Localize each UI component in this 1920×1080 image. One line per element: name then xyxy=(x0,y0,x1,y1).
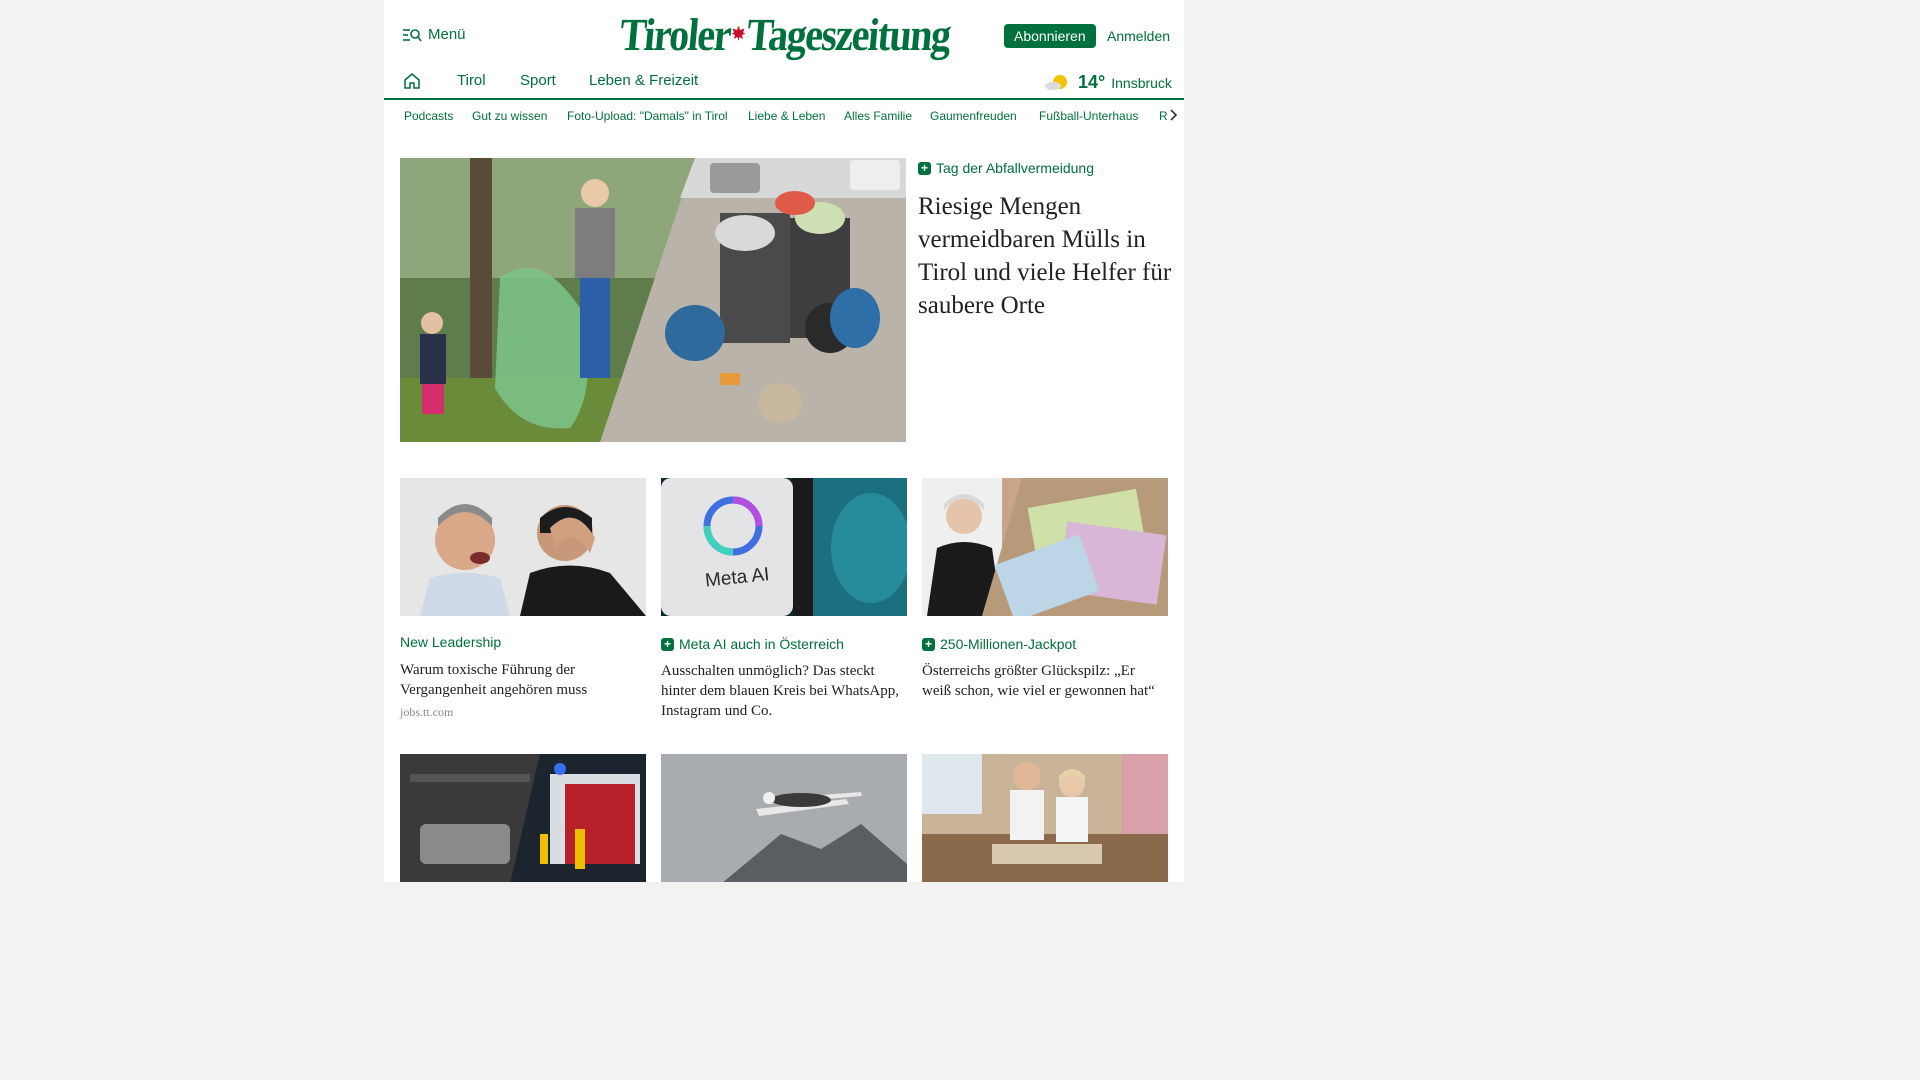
card-image-leadership[interactable] xyxy=(400,478,646,616)
card-kicker-leadership[interactable]: New Leadership xyxy=(400,634,501,650)
card-image-meta-ai[interactable]: Meta AI xyxy=(661,478,907,616)
subnav-item-fussball-unterhaus[interactable]: Fußball-Unterhaus xyxy=(1039,109,1138,123)
subnav-item-podcasts[interactable]: Podcasts xyxy=(404,109,453,123)
restaurant-photo xyxy=(922,754,1168,882)
card-image-ski-jump[interactable] xyxy=(661,754,907,882)
nav-item-tirol[interactable]: Tirol xyxy=(457,72,486,89)
subnav-item-liebe-leben[interactable]: Liebe & Leben xyxy=(748,109,825,123)
hero-headline[interactable]: Riesige Mengen vermeidbaren Mülls in Tir… xyxy=(918,190,1174,322)
site-logo[interactable]: Tiroler Tageszeitung xyxy=(617,8,953,60)
card-image-jackpot[interactable] xyxy=(922,478,1168,616)
home-icon[interactable] xyxy=(403,72,421,90)
menu-search-icon xyxy=(403,28,422,41)
subnav-item-gaumenfreuden[interactable]: Gaumenfreuden xyxy=(930,109,1017,123)
tyrolean-eagle-icon xyxy=(731,26,746,41)
logo-text-left: Tiroler xyxy=(617,8,733,60)
card-source: jobs.tt.com xyxy=(400,705,454,719)
subscribe-button[interactable]: Abonnieren xyxy=(1004,24,1096,48)
weather-city: Innsbruck xyxy=(1111,74,1172,91)
hero-image[interactable] xyxy=(400,158,906,442)
premium-plus-icon: + xyxy=(922,637,935,651)
main-nav: Tirol Sport Leben & Freizeit 14° Innsbru… xyxy=(384,68,1184,100)
jackpot-photo xyxy=(922,478,1168,616)
fire-photo xyxy=(400,754,646,882)
card-kicker-meta-ai-label: Meta AI auch in Österreich xyxy=(679,636,844,652)
hero-kicker-label: Tag der Abfallvermeidung xyxy=(936,160,1094,176)
site-header: Menü Tiroler Tageszeitung Abonnieren Anm… xyxy=(384,0,1184,68)
subnav-item-foto-upload[interactable]: Foto-Upload: "Damals" in Tirol xyxy=(567,109,728,123)
chevron-right-icon[interactable] xyxy=(1168,108,1178,122)
hero-kicker[interactable]: + Tag der Abfallvermeidung xyxy=(918,160,1094,176)
menu-button[interactable]: Menü xyxy=(402,26,466,43)
logo-text-right: Tageszeitung xyxy=(744,8,953,60)
login-link[interactable]: Anmelden xyxy=(1107,28,1170,44)
weather-widget[interactable]: 14° Innsbruck xyxy=(1044,72,1172,93)
menu-label: Menü xyxy=(428,26,466,43)
card-image-fire[interactable] xyxy=(400,754,646,882)
card-kicker-meta-ai[interactable]: + Meta AI auch in Österreich xyxy=(661,636,844,652)
subnav-item-alles-familie[interactable]: Alles Familie xyxy=(844,109,912,123)
card-title-meta-ai[interactable]: Ausschalten unmöglich? Das steckt hinter… xyxy=(661,661,905,721)
weather-temperature: 14° xyxy=(1078,72,1106,92)
nav-item-leben-freizeit[interactable]: Leben & Freizeit xyxy=(589,72,698,89)
subnav-item-gut-zu-wissen[interactable]: Gut zu wissen xyxy=(472,109,547,123)
leadership-photo xyxy=(400,478,646,616)
subnav-item-truncated[interactable]: R xyxy=(1159,109,1168,123)
ski-jump-photo xyxy=(661,754,907,882)
card-title-leadership[interactable]: Warum toxische Führung der Vergangenheit… xyxy=(400,660,644,700)
card-kicker-jackpot[interactable]: + 250-Millionen-Jackpot xyxy=(922,636,1076,652)
premium-plus-icon: + xyxy=(918,161,931,175)
premium-plus-icon: + xyxy=(661,637,674,651)
meta-ai-photo: Meta AI xyxy=(661,478,907,616)
hero-photo-collage xyxy=(400,158,906,442)
sun-cloud-icon xyxy=(1045,74,1067,90)
nav-item-sport[interactable]: Sport xyxy=(520,72,556,89)
card-image-restaurant[interactable] xyxy=(922,754,1168,882)
card-title-jackpot[interactable]: Österreichs größter Glückspilz: „Er weiß… xyxy=(922,661,1166,701)
card-kicker-jackpot-label: 250-Millionen-Jackpot xyxy=(940,636,1077,652)
sub-nav: Podcasts Gut zu wissen Foto-Upload: "Dam… xyxy=(384,100,1184,132)
page: Menü Tiroler Tageszeitung Abonnieren Anm… xyxy=(384,0,1184,882)
